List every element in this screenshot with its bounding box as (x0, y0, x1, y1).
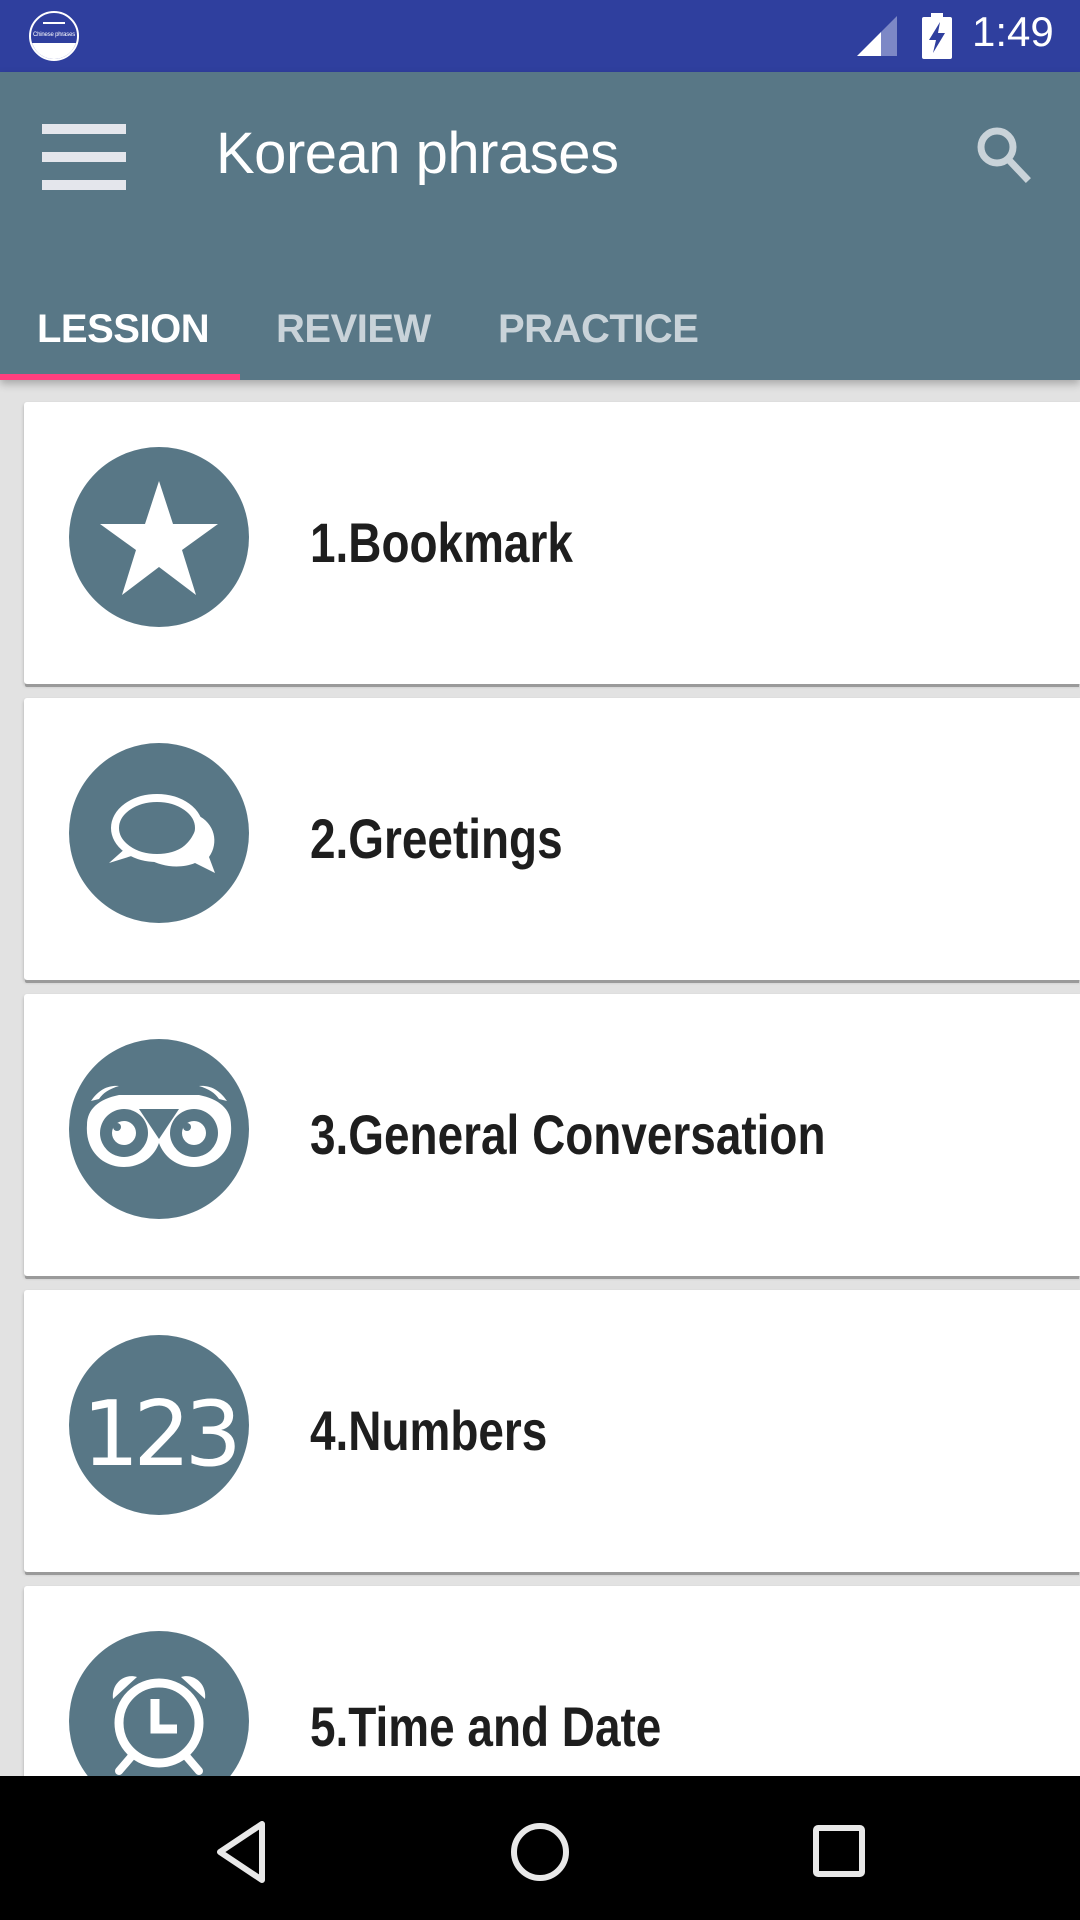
tab-review[interactable]: REVIEW (276, 284, 431, 380)
home-icon[interactable] (500, 1812, 580, 1892)
app-bar: Korean phrases LESSION REVIEW PRACTICE (0, 72, 1080, 380)
screen: Chinese phrases 1:49 Korean phrases LESS… (0, 0, 1080, 1920)
search-icon[interactable] (970, 120, 1040, 190)
lesson-card-general-conversation[interactable]: 3.General Conversation (24, 994, 1080, 1276)
hamburger-menu-icon[interactable] (30, 118, 126, 198)
tab-lession[interactable]: LESSION (37, 284, 210, 380)
lesson-label: 2.Greetings (310, 807, 563, 870)
chat-bubbles-icon (69, 743, 249, 923)
battery-charging-icon (922, 13, 952, 59)
lesson-card-bookmark[interactable]: 1.Bookmark (24, 402, 1080, 684)
owl-eyes-icon (69, 1039, 249, 1219)
tab-bar: LESSION REVIEW PRACTICE (0, 284, 1080, 380)
tab-indicator (0, 374, 240, 380)
signal-icon (857, 16, 897, 56)
status-bar: Chinese phrases 1:49 (0, 0, 1080, 72)
lesson-label: 3.General Conversation (310, 1103, 826, 1166)
lesson-card-time-and-date[interactable]: 5.Time and Date (24, 1586, 1080, 1776)
recents-icon[interactable] (800, 1812, 880, 1892)
alarm-clock-icon (69, 1631, 249, 1776)
page-title: Korean phrases (216, 121, 619, 186)
lesson-card-greetings[interactable]: 2.Greetings (24, 698, 1080, 980)
numbers-icon-text: 123 (82, 1382, 236, 1487)
numbers-123-icon: 123 (69, 1335, 249, 1515)
lesson-label: 4.Numbers (310, 1399, 548, 1462)
lesson-list[interactable]: 1.Bookmark 2.Greetings 3.General Convers… (0, 380, 1080, 1776)
system-nav-bar (0, 1776, 1080, 1920)
tab-practice[interactable]: PRACTICE (498, 284, 699, 380)
star-icon (69, 447, 249, 627)
lesson-label: 1.Bookmark (310, 511, 573, 574)
app-badge-text: Chinese phrases (32, 32, 76, 38)
lesson-label: 5.Time and Date (310, 1695, 662, 1758)
lesson-card-numbers[interactable]: 123 4.Numbers (24, 1290, 1080, 1572)
app-notification-icon: Chinese phrases (29, 11, 79, 61)
status-time: 1:49 (972, 8, 1054, 55)
back-icon[interactable] (200, 1812, 280, 1892)
